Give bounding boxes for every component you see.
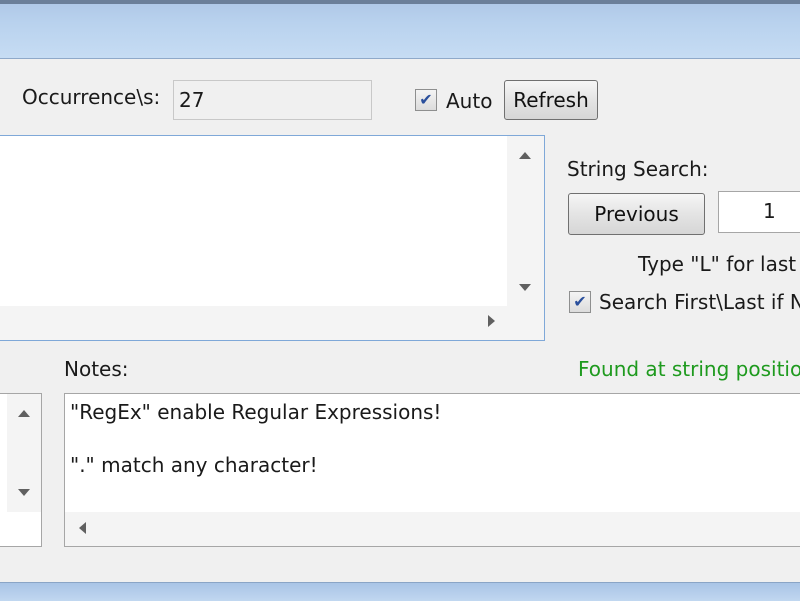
results-vertical-scrollbar[interactable]	[507, 136, 544, 306]
left-list-scrollbar[interactable]	[7, 394, 41, 512]
left-list-box[interactable]	[0, 393, 42, 547]
scroll-down-icon[interactable]	[519, 284, 531, 291]
search-index-value: 1	[763, 199, 776, 223]
string-search-label: String Search:	[567, 157, 709, 181]
search-first-last-label: Search First\Last if N	[599, 290, 800, 314]
scroll-up-icon[interactable]	[519, 152, 531, 159]
notes-line: "RegEx" enable Regular Expressions!	[70, 400, 442, 424]
status-text: Found at string position	[578, 357, 800, 381]
occurrences-value: 27	[179, 88, 205, 112]
search-hint-label: Type "L" for last o	[638, 252, 800, 276]
results-box[interactable]	[0, 135, 545, 341]
results-horizontal-scrollbar[interactable]	[0, 306, 507, 340]
notes-horizontal-scrollbar[interactable]	[65, 512, 800, 546]
window-bottom-frame	[0, 582, 800, 601]
occurrences-label: Occurrence\s:	[22, 85, 161, 109]
check-icon: ✔	[419, 90, 433, 109]
check-icon: ✔	[573, 292, 587, 311]
window-title-bar	[0, 0, 800, 59]
auto-checkbox[interactable]: ✔	[415, 89, 437, 111]
previous-button[interactable]: Previous	[568, 193, 705, 235]
occurrences-field: 27	[173, 80, 372, 120]
search-first-last-checkbox[interactable]: ✔	[569, 291, 591, 313]
results-content	[0, 136, 507, 306]
auto-label: Auto	[446, 89, 493, 113]
notes-label: Notes:	[64, 357, 129, 381]
scroll-up-icon[interactable]	[18, 410, 30, 417]
scroll-left-icon[interactable]	[79, 522, 86, 534]
refresh-button[interactable]: Refresh	[504, 80, 598, 120]
search-index-field[interactable]: 1	[718, 191, 800, 233]
scroll-down-icon[interactable]	[18, 489, 30, 496]
refresh-button-label: Refresh	[513, 88, 589, 112]
previous-button-label: Previous	[594, 202, 679, 226]
notes-line: "." match any character!	[70, 453, 318, 477]
scroll-right-icon[interactable]	[488, 315, 495, 327]
